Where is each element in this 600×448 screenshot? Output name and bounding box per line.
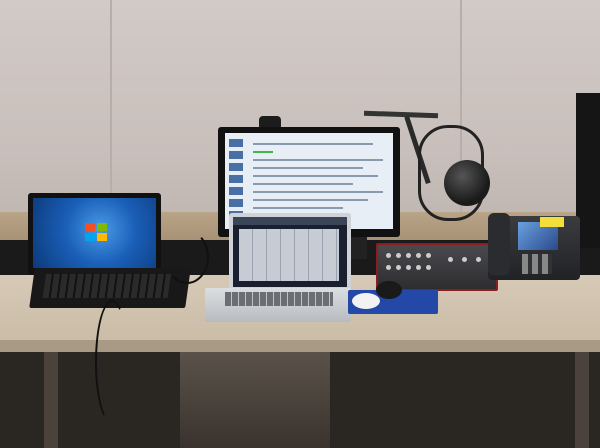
desk-cabinet: [180, 352, 330, 448]
laptop-left-lid: [28, 193, 161, 275]
cable: [165, 230, 209, 284]
coiled-cable: [95, 300, 129, 424]
sticky-note: [540, 217, 564, 227]
laptop-right-lid: [229, 213, 351, 291]
microphone: [444, 160, 490, 206]
desk-leg: [575, 352, 589, 448]
windows-desktop-screen: [33, 198, 156, 268]
phone-handset: [488, 213, 510, 275]
calendar-grid: [239, 229, 339, 281]
office-desk-photo: [0, 0, 600, 448]
laptop-right-screen: [233, 217, 347, 287]
mouse-white: [352, 293, 380, 309]
desk-leg: [44, 352, 58, 448]
desk-edge: [0, 340, 600, 352]
mouse-black: [376, 281, 402, 299]
laptop-right-keyboard: [205, 288, 351, 322]
wall-panel-seam: [110, 0, 112, 215]
windows-logo-icon: [85, 223, 107, 241]
